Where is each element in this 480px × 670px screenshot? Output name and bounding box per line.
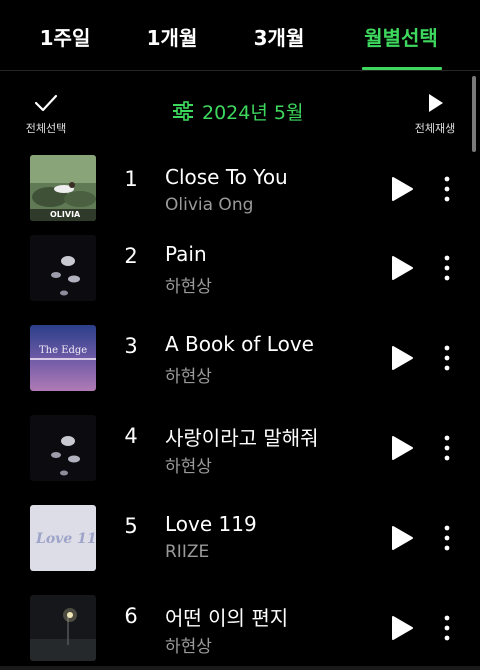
- artist-name[interactable]: 하현상: [165, 452, 212, 477]
- song-row[interactable]: OLIVIA 1 Close To You Olivia Ong: [0, 154, 480, 235]
- artist-name[interactable]: RIIZE: [165, 542, 209, 562]
- song-title: 사랑이라고 말해줘: [165, 426, 319, 450]
- rank-number: 2: [124, 244, 138, 268]
- rank-number: 3: [124, 334, 138, 358]
- play-icon[interactable]: [390, 435, 414, 461]
- more-options-icon[interactable]: [438, 614, 456, 642]
- cover-text: The Edge: [39, 345, 87, 356]
- song-row[interactable]: 4 사랑이라고 말해줘 하현상: [0, 415, 480, 505]
- song-title: 어떤 이의 편지: [165, 606, 289, 630]
- song-row[interactable]: Love 119 5 Love 119 RIIZE: [0, 505, 480, 595]
- more-options-icon[interactable]: [438, 344, 456, 372]
- song-title: Close To You: [165, 165, 288, 189]
- album-cover[interactable]: [30, 595, 96, 661]
- song-row[interactable]: 2 Pain 하현상: [0, 235, 480, 325]
- more-options-icon[interactable]: [438, 175, 456, 203]
- song-row[interactable]: The Edge 3 A Book of Love 하현상: [0, 325, 480, 415]
- month-selector[interactable]: 2024년 5월: [172, 98, 303, 124]
- play-icon[interactable]: [390, 255, 414, 281]
- play-icon[interactable]: [390, 345, 414, 371]
- artist-name[interactable]: Olivia Ong: [165, 195, 253, 215]
- bottom-edge: [0, 666, 480, 670]
- album-cover[interactable]: Love 119: [30, 505, 96, 571]
- period-tabs: 1주일 1개월 3개월 월별선택: [0, 0, 480, 71]
- rank-number: 1: [124, 167, 138, 191]
- checkmark-icon: [34, 94, 58, 112]
- artist-name[interactable]: 하현상: [165, 632, 212, 657]
- play-icon[interactable]: [390, 176, 414, 202]
- song-title: Love 119: [165, 512, 257, 536]
- rank-number: 5: [124, 514, 138, 538]
- album-cover[interactable]: [30, 415, 96, 481]
- more-options-icon[interactable]: [438, 434, 456, 462]
- cover-text: Love 119: [35, 531, 96, 547]
- song-title: A Book of Love: [165, 332, 314, 356]
- play-icon[interactable]: [390, 525, 414, 551]
- album-cover[interactable]: The Edge: [30, 325, 96, 391]
- song-row[interactable]: 6 어떤 이의 편지 하현상: [0, 595, 480, 670]
- scrollbar[interactable]: [472, 76, 476, 152]
- song-list: OLIVIA 1 Close To You Olivia Ong 2 Pain …: [0, 154, 480, 670]
- album-cover[interactable]: [30, 235, 96, 301]
- artist-name[interactable]: 하현상: [165, 272, 212, 297]
- selected-month: 2024년 5월: [202, 101, 304, 124]
- more-options-icon[interactable]: [438, 524, 456, 552]
- select-all-label: 전체선택: [25, 122, 67, 135]
- play-all-button[interactable]: 전체재생: [404, 92, 466, 136]
- play-icon: [429, 94, 443, 112]
- more-options-icon[interactable]: [438, 254, 456, 282]
- artist-name[interactable]: 하현상: [165, 362, 212, 387]
- tab-1-month[interactable]: 1개월: [147, 20, 198, 56]
- play-all-label: 전체재생: [414, 122, 456, 135]
- tab-1-week[interactable]: 1주일: [40, 20, 91, 56]
- album-cover[interactable]: OLIVIA: [30, 155, 96, 221]
- rank-number: 4: [124, 424, 138, 448]
- filter-sliders-icon: [173, 101, 193, 121]
- tab-monthly-select[interactable]: 월별선택: [364, 20, 438, 56]
- tab-3-months[interactable]: 3개월: [254, 20, 305, 56]
- select-all-button[interactable]: 전체선택: [14, 92, 78, 136]
- rank-number: 6: [124, 604, 138, 628]
- cover-text: OLIVIA: [50, 210, 81, 219]
- song-title: Pain: [165, 242, 207, 266]
- play-icon[interactable]: [390, 615, 414, 641]
